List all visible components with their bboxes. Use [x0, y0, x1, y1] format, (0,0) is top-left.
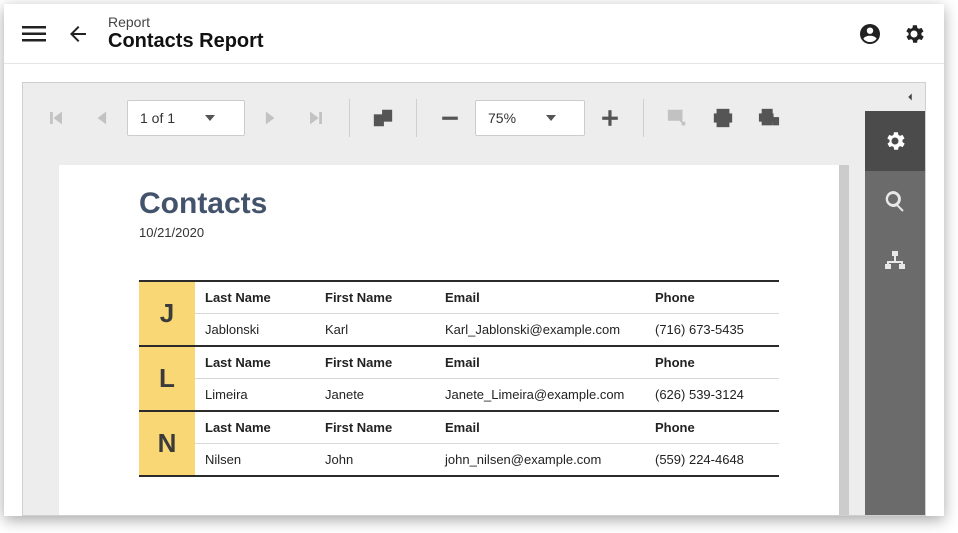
multipage-icon[interactable]: [362, 97, 404, 139]
cell-email: Janete_Limeira@example.com: [435, 379, 645, 410]
cell-first-name: Karl: [315, 314, 435, 345]
report-date: 10/21/2020: [139, 225, 779, 240]
col-phone: Phone: [645, 282, 775, 313]
select-tool-icon[interactable]: [656, 97, 698, 139]
table-row: Limeira Janete Janete_Limeira@example.co…: [195, 379, 779, 410]
settings-gear-icon[interactable]: [892, 12, 936, 56]
app-bar: Report Contacts Report: [4, 4, 944, 64]
page-subtitle: Report: [108, 14, 264, 30]
zoom-dropdown[interactable]: 75%: [475, 100, 585, 136]
account-circle-icon[interactable]: [848, 12, 892, 56]
zoom-dropdown-label: 75%: [488, 110, 516, 126]
plus-icon[interactable]: [589, 97, 631, 139]
col-last-name: Last Name: [195, 412, 315, 443]
col-first-name: First Name: [315, 347, 435, 378]
chevron-left-icon[interactable]: [865, 83, 925, 111]
page-titles: Report Contacts Report: [108, 14, 264, 53]
page-surface[interactable]: Contacts 10/21/2020 J Last Name First Na…: [23, 153, 865, 515]
viewer-sidepanel: [865, 83, 925, 515]
page-title: Contacts Report: [108, 30, 264, 53]
chevron-down-icon: [546, 115, 556, 121]
hamburger-icon[interactable]: [12, 12, 56, 56]
cell-last-name: Jablonski: [195, 314, 315, 345]
document-map-icon[interactable]: [865, 231, 925, 291]
cell-email: john_nilsen@example.com: [435, 444, 645, 475]
page-shadow: [839, 165, 849, 515]
col-first-name: First Name: [315, 282, 435, 313]
gear-icon[interactable]: [865, 111, 925, 171]
table-row: Nilsen John john_nilsen@example.com (559…: [195, 444, 779, 475]
viewer-toolbar: 1 of 1 75%: [23, 83, 925, 153]
col-first-name: First Name: [315, 412, 435, 443]
last-page-icon[interactable]: [295, 97, 337, 139]
minus-icon[interactable]: [429, 97, 471, 139]
group-letter: L: [139, 347, 195, 410]
prev-page-icon[interactable]: [81, 97, 123, 139]
cell-phone: (716) 673-5435: [645, 314, 775, 345]
group-j: J Last Name First Name Email Phone Jablo…: [139, 282, 779, 347]
header-row: Last Name First Name Email Phone: [195, 282, 779, 314]
back-arrow-icon[interactable]: [56, 12, 100, 56]
cell-email: Karl_Jablonski@example.com: [435, 314, 645, 345]
page-dropdown[interactable]: 1 of 1: [127, 100, 245, 136]
divider: [349, 99, 350, 137]
report-page: Contacts 10/21/2020 J Last Name First Na…: [59, 165, 839, 515]
header-row: Last Name First Name Email Phone: [195, 347, 779, 379]
col-email: Email: [435, 347, 645, 378]
col-phone: Phone: [645, 347, 775, 378]
header-row: Last Name First Name Email Phone: [195, 412, 779, 444]
cell-last-name: Limeira: [195, 379, 315, 410]
col-last-name: Last Name: [195, 282, 315, 313]
chevron-down-icon: [205, 115, 215, 121]
col-phone: Phone: [645, 412, 775, 443]
cell-phone: (626) 539-3124: [645, 379, 775, 410]
first-page-icon[interactable]: [35, 97, 77, 139]
search-icon[interactable]: [865, 171, 925, 231]
report-viewer: 1 of 1 75%: [22, 82, 926, 516]
cell-first-name: John: [315, 444, 435, 475]
print-icon[interactable]: [702, 97, 744, 139]
contacts-grid: J Last Name First Name Email Phone Jablo…: [139, 280, 779, 477]
print-to-file-icon[interactable]: [748, 97, 790, 139]
group-l: L Last Name First Name Email Phone Limei…: [139, 347, 779, 412]
next-page-icon[interactable]: [249, 97, 291, 139]
report-title: Contacts: [139, 187, 779, 221]
col-email: Email: [435, 412, 645, 443]
divider: [416, 99, 417, 137]
cell-first-name: Janete: [315, 379, 435, 410]
page-dropdown-label: 1 of 1: [140, 110, 175, 126]
group-letter: J: [139, 282, 195, 345]
cell-phone: (559) 224-4648: [645, 444, 775, 475]
col-email: Email: [435, 282, 645, 313]
col-last-name: Last Name: [195, 347, 315, 378]
group-n: N Last Name First Name Email Phone Nilse…: [139, 412, 779, 477]
table-row: Jablonski Karl Karl_Jablonski@example.co…: [195, 314, 779, 345]
divider: [643, 99, 644, 137]
group-letter: N: [139, 412, 195, 475]
cell-last-name: Nilsen: [195, 444, 315, 475]
